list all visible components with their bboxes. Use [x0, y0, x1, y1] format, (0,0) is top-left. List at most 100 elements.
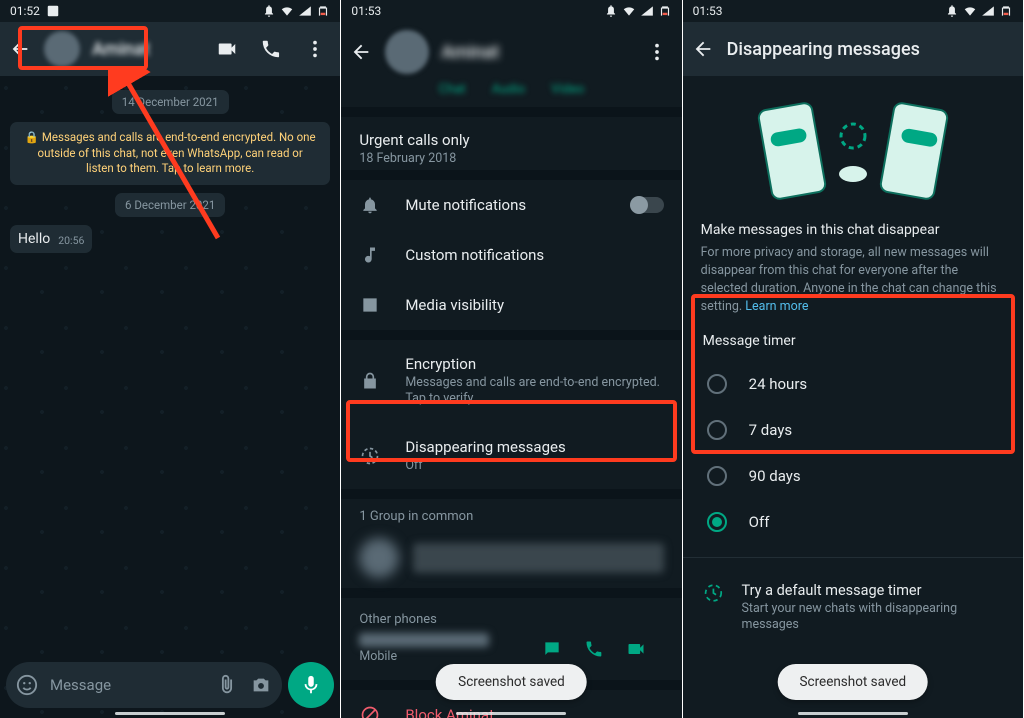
contact-name: Aminat: [441, 42, 633, 63]
message-input[interactable]: Message: [6, 662, 282, 708]
arrow-left-icon: [9, 38, 31, 60]
screenshot-toast: Screenshot saved: [436, 664, 587, 700]
divider: [683, 557, 1023, 558]
battery-low-icon: [999, 4, 1013, 18]
timer-option-24h[interactable]: 24 hours: [683, 361, 1023, 407]
timer-option-7d[interactable]: 7 days: [683, 407, 1023, 453]
wifi-icon: [963, 4, 977, 18]
disappearing-app-bar: Disappearing messages: [683, 22, 1023, 76]
option-label: 7 days: [749, 421, 793, 439]
radio-selected-icon: [707, 512, 727, 532]
radio-icon: [707, 374, 727, 394]
message-placeholder: Message: [50, 676, 204, 694]
row-sub: Off: [405, 458, 663, 474]
arrow-left-icon: [692, 38, 714, 60]
hero-illustration: [683, 76, 1023, 222]
voice-call-icon[interactable]: [584, 639, 604, 659]
bell-icon: [360, 195, 380, 215]
row-disappearing-messages[interactable]: Disappearing messages Off: [341, 423, 681, 489]
timer-option-90d[interactable]: 90 days: [683, 453, 1023, 499]
battery-low-icon: [658, 4, 672, 18]
dnd-icon: [262, 4, 276, 18]
emoji-icon[interactable]: [16, 674, 38, 696]
status-time: 01:53: [351, 4, 381, 18]
try-sub: Start your new chats with disappearing m…: [741, 601, 1003, 635]
camera-icon[interactable]: [250, 674, 272, 696]
radio-icon: [707, 420, 727, 440]
row-default-timer[interactable]: Try a default message timer Start your n…: [683, 564, 1023, 653]
option-label: 90 days: [749, 467, 801, 485]
profile-app-bar: Aminat: [341, 22, 681, 82]
phone-number: [359, 633, 489, 647]
back-button[interactable]: [8, 37, 32, 61]
screen-contact-info: 01:53 Aminat ChatAudioVideo Urgent calls…: [341, 0, 682, 718]
timer-options: 24 hours 7 days 90 days Off: [683, 355, 1023, 551]
timer-option-off[interactable]: Off: [683, 499, 1023, 545]
screen-disappearing: 01:53 Disappearing messages Make message…: [683, 0, 1024, 718]
arrow-left-icon: [350, 41, 372, 63]
description-text: For more privacy and storage, all new me…: [701, 244, 1005, 317]
video-call-icon[interactable]: [216, 38, 238, 60]
back-button[interactable]: [349, 40, 373, 64]
status-bar: 01:52: [0, 0, 340, 22]
row-custom-notifications[interactable]: Custom notifications: [341, 230, 681, 280]
back-button[interactable]: [691, 37, 715, 61]
status-bar: 01:53: [683, 0, 1023, 22]
about-section[interactable]: Urgent calls only 18 February 2018: [341, 117, 681, 170]
timer-icon: [703, 582, 724, 604]
option-label: 24 hours: [749, 375, 808, 393]
dnd-icon: [945, 4, 959, 18]
group-name: [413, 543, 663, 573]
learn-more-link[interactable]: Learn more: [745, 299, 808, 314]
message-timer-header: Message timer: [683, 317, 1023, 355]
nav-indicator: [798, 712, 908, 715]
phones-illustration-icon: [753, 92, 953, 202]
group-row[interactable]: [341, 528, 681, 588]
description-card: Make messages in this chat disappear For…: [683, 222, 1023, 317]
status-time: 01:53: [693, 4, 723, 18]
profile-list: Urgent calls only 18 February 2018 Mute …: [341, 117, 681, 718]
contact-avatar[interactable]: [385, 30, 429, 74]
more-menu-icon[interactable]: [304, 38, 326, 60]
status-image-icon: [46, 4, 60, 18]
music-note-icon: [360, 245, 380, 265]
divider: [341, 588, 681, 598]
wifi-icon: [622, 4, 636, 18]
mute-toggle[interactable]: [630, 197, 664, 213]
media-tabs[interactable]: ChatAudioVideo: [341, 82, 681, 107]
contact-avatar[interactable]: [44, 31, 80, 67]
nav-indicator: [115, 712, 225, 715]
option-label: Off: [749, 513, 770, 531]
incoming-message[interactable]: Hello 20:56: [10, 225, 92, 253]
block-icon: [360, 705, 380, 718]
divider: [341, 170, 681, 180]
video-call-icon[interactable]: [626, 639, 646, 659]
signal-icon: [298, 4, 312, 18]
phone-type: Mobile: [359, 649, 517, 665]
screen-title: Disappearing messages: [727, 39, 1015, 60]
try-title: Try a default message timer: [741, 582, 1003, 599]
about-text: Urgent calls only: [359, 131, 663, 149]
row-mute-notifications[interactable]: Mute notifications: [341, 180, 681, 230]
row-label: Encryption: [405, 355, 663, 373]
screen-chat: 01:52 Aminat 14 December 2021 🔒 Messages…: [0, 0, 341, 718]
radio-icon: [707, 466, 727, 486]
voice-call-icon[interactable]: [260, 38, 282, 60]
more-menu-icon[interactable]: [646, 41, 668, 63]
timer-icon: [360, 446, 380, 466]
nav-indicator: [456, 712, 566, 715]
row-encryption[interactable]: Encryption Messages and calls are end-to…: [341, 340, 681, 423]
row-sub: Messages and calls are end-to-end encryp…: [405, 375, 663, 408]
status-time: 01:52: [10, 4, 40, 18]
mic-button[interactable]: [288, 662, 334, 708]
contact-name[interactable]: Aminat: [92, 39, 204, 60]
row-label: Custom notifications: [405, 246, 663, 264]
attach-icon[interactable]: [216, 674, 238, 696]
row-media-visibility[interactable]: Media visibility: [341, 280, 681, 330]
message-icon[interactable]: [542, 639, 562, 659]
phone-actions: [542, 639, 664, 659]
signal-icon: [640, 4, 654, 18]
signal-icon: [981, 4, 995, 18]
wifi-icon: [280, 4, 294, 18]
group-avatar: [359, 538, 399, 578]
